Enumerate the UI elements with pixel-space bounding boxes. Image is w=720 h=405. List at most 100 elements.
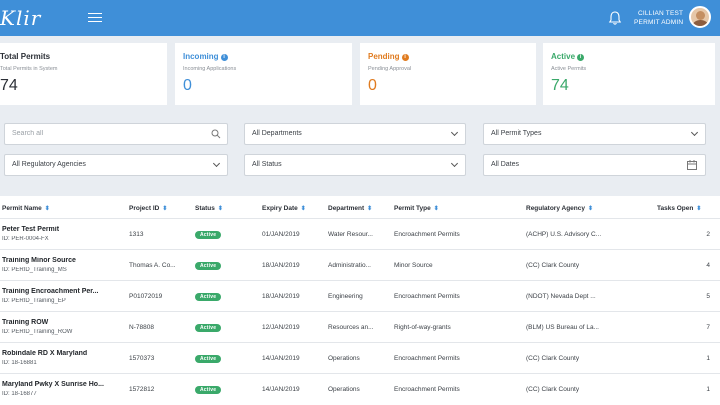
stat-value: 0: [183, 77, 192, 94]
permit-type-select[interactable]: All Permit Types: [483, 123, 706, 145]
permit-id: ID: PERID_Training_MS: [2, 267, 67, 273]
permit-id: ID: PERID_Training_EP: [2, 298, 66, 304]
klir-logo[interactable]: Klir: [0, 6, 41, 30]
department: Water Resour...: [328, 231, 373, 238]
info-icon[interactable]: i: [401, 54, 409, 61]
stat-subtitle: Active Permits: [551, 66, 587, 72]
table-row[interactable]: Maryland Pwky X Sunrise Ho... ID: 18-1687…: [0, 373, 720, 404]
column-header-status[interactable]: Status ⬍: [195, 205, 224, 212]
status-badge: Active: [195, 386, 222, 394]
permit-id: ID: PERID_Training_ROW: [2, 329, 73, 335]
bell-icon[interactable]: [608, 10, 622, 26]
column-header-expiry-date[interactable]: Expiry Date ⬍: [262, 205, 307, 212]
column-header-project-id[interactable]: Project ID ⬍: [129, 205, 168, 212]
status-badge: Active: [195, 293, 222, 301]
sort-icon[interactable]: ⬍: [218, 205, 224, 212]
stat-card-total[interactable]: Total Permits Total Permits in System 74: [0, 43, 167, 105]
avatar[interactable]: [689, 6, 711, 28]
status-badge: Active: [195, 262, 222, 270]
column-header-department[interactable]: Department ⬍: [328, 205, 373, 212]
project-id: 1313: [129, 231, 144, 238]
expiry-date: 12/JAN/2019: [262, 324, 300, 331]
permits-table: Permit Name ⬍ Project ID ⬍ Status ⬍ Expiry …: [0, 196, 720, 405]
stat-title: Total Permits: [0, 52, 51, 61]
permit-type: Encroachment Permits: [394, 231, 460, 238]
chevron-down-icon: [450, 159, 459, 168]
permit-name[interactable]: Peter Test Permit: [2, 226, 126, 233]
stat-card-active[interactable]: Active i Active Permits 74: [543, 43, 715, 105]
chevron-down-icon: [450, 128, 459, 137]
status-badge: Active: [195, 355, 222, 363]
hamburger-menu-icon[interactable]: [88, 13, 102, 23]
tasks-open: 1: [706, 355, 710, 362]
regulatory-agency: (CC) Clark County: [526, 262, 580, 269]
expiry-date: 14/JAN/2019: [262, 355, 300, 362]
table-row[interactable]: Training ROW ID: PERID_Training_ROW N-7880…: [0, 311, 720, 342]
permit-type-select-value: All Permit Types: [491, 130, 542, 137]
stat-card-incoming[interactable]: Incoming i Incoming Applications 0: [175, 43, 352, 105]
tasks-open: 1: [706, 386, 710, 393]
stat-value: 74: [551, 77, 569, 94]
permit-type: Minor Source: [394, 262, 433, 269]
permit-name[interactable]: Training Encroachment Per...: [2, 288, 126, 295]
date-picker[interactable]: All Dates: [483, 154, 706, 176]
chevron-down-icon: [212, 159, 221, 168]
department-select-value: All Departments: [252, 130, 302, 137]
department-select[interactable]: All Departments: [244, 123, 466, 145]
search-box[interactable]: [4, 123, 228, 145]
sort-icon[interactable]: ⬍: [45, 205, 51, 212]
sort-icon[interactable]: ⬍: [696, 205, 702, 212]
regulatory-agency: (CC) Clark County: [526, 386, 580, 393]
search-icon[interactable]: [211, 129, 221, 139]
expiry-date: 18/JAN/2019: [262, 293, 300, 300]
info-icon[interactable]: i: [220, 54, 228, 61]
table-row[interactable]: Peter Test Permit ID: PER-0004-FX 1313 01/J…: [0, 218, 720, 249]
stat-title: Active i: [551, 52, 585, 61]
user-info[interactable]: CILLIAN TEST PERMIT ADMIN: [634, 9, 683, 27]
permit-type: Right-of-way-grants: [394, 324, 451, 331]
sort-icon[interactable]: ⬍: [588, 205, 594, 212]
regulatory-agency: (ACHP) U.S. Advisory C...: [526, 231, 602, 238]
department: Operations: [328, 386, 360, 393]
permit-name[interactable]: Training ROW: [2, 319, 126, 326]
column-header-tasks-open[interactable]: Tasks Open ⬍: [657, 205, 702, 212]
calendar-icon[interactable]: [687, 160, 697, 170]
table-row[interactable]: Training Encroachment Per... ID: PERID_Tr…: [0, 280, 720, 311]
permit-id: ID: 18-16877: [2, 391, 37, 397]
column-header-permit-type[interactable]: Permit Type ⬍: [394, 205, 440, 212]
project-id: Thomas A. Co...: [129, 262, 176, 269]
permit-id: ID: PER-0004-FX: [2, 236, 49, 242]
stat-subtitle: Incoming Applications: [183, 66, 237, 72]
permit-name[interactable]: Robindale RD X Maryland: [2, 350, 126, 357]
permit-id: ID: 18-16881: [2, 360, 37, 366]
column-header-permit-name[interactable]: Permit Name ⬍: [2, 205, 51, 212]
stat-subtitle: Total Permits in System: [0, 66, 58, 72]
tasks-open: 7: [706, 324, 710, 331]
info-icon[interactable]: i: [577, 54, 585, 61]
sort-icon[interactable]: ⬍: [367, 205, 373, 212]
expiry-date: 01/JAN/2019: [262, 231, 300, 238]
column-header-regulatory-agency[interactable]: Regulatory Agency ⬍: [526, 205, 594, 212]
tasks-open: 4: [706, 262, 710, 269]
permit-name[interactable]: Maryland Pwky X Sunrise Ho...: [2, 381, 126, 388]
expiry-date: 14/JAN/2019: [262, 386, 300, 393]
sort-icon[interactable]: ⬍: [301, 205, 307, 212]
stat-card-pending[interactable]: Pending i Pending Approval 0: [360, 43, 536, 105]
table-row[interactable]: Training Minor Source ID: PERID_Training_…: [0, 249, 720, 280]
project-id: N-78808: [129, 324, 154, 331]
sort-icon[interactable]: ⬍: [434, 205, 440, 212]
stat-title: Incoming i: [183, 52, 228, 61]
stat-value: 74: [0, 77, 18, 94]
stat-subtitle: Pending Approval: [368, 66, 412, 72]
sort-icon[interactable]: ⬍: [162, 205, 168, 212]
permit-name[interactable]: Training Minor Source: [2, 257, 126, 264]
permit-type: Encroachment Permits: [394, 386, 460, 393]
agency-select-value: All Regulatory Agencies: [12, 161, 86, 168]
regulatory-agency: (CC) Clark County: [526, 355, 580, 362]
department: Administratio...: [328, 262, 371, 269]
table-row[interactable]: Robindale RD X Maryland ID: 18-16881 15703…: [0, 342, 720, 373]
search-input[interactable]: [12, 130, 192, 137]
status-select[interactable]: All Status: [244, 154, 466, 176]
agency-select[interactable]: All Regulatory Agencies: [4, 154, 228, 176]
regulatory-agency: (NDOT) Nevada Dept ...: [526, 293, 596, 300]
